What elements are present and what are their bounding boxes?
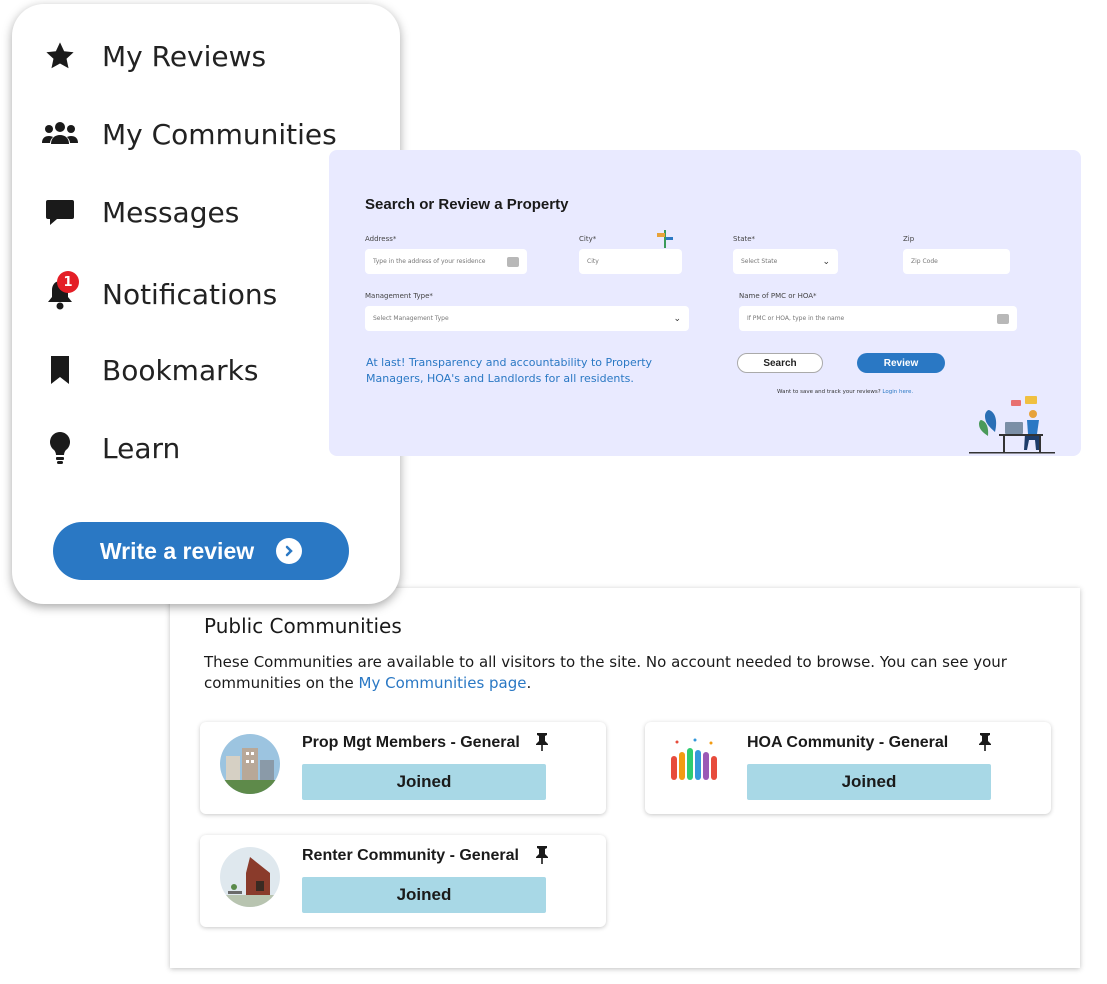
menu-label: Notifications: [102, 277, 278, 311]
address-label: Address*: [365, 235, 397, 243]
address-placeholder: Type in the address of your residence: [373, 258, 486, 265]
menu-label: Bookmarks: [102, 353, 259, 387]
joined-button[interactable]: Joined: [302, 764, 546, 800]
menu-item-bookmarks[interactable]: Bookmarks: [40, 342, 258, 398]
login-prompt: Want to save and track your reviews? Log…: [777, 389, 913, 395]
pmc-name-label: Name of PMC or HOA*: [739, 292, 817, 300]
city-input[interactable]: City: [579, 249, 682, 274]
management-type-select[interactable]: Select Management Type ⌄: [365, 306, 689, 331]
chat-bubble-icon: [40, 192, 80, 232]
menu-label: Messages: [102, 195, 240, 229]
bell-icon: 1: [40, 271, 80, 314]
menu-item-messages[interactable]: Messages: [40, 184, 239, 240]
community-card-hoa[interactable]: HOA Community - General Joined: [645, 722, 1051, 814]
person-at-desk-illustration: [969, 396, 1055, 458]
review-button[interactable]: Review: [857, 353, 945, 373]
menu-label: My Communities: [102, 117, 337, 151]
joined-button[interactable]: Joined: [302, 877, 546, 913]
communities-title: Public Communities: [204, 614, 402, 638]
my-communities-link[interactable]: My Communities page: [359, 674, 527, 692]
menu-item-my-reviews[interactable]: My Reviews: [40, 28, 266, 84]
write-review-button[interactable]: Write a review: [53, 522, 349, 580]
star-icon: [40, 36, 80, 76]
menu-item-notifications[interactable]: 1 Notifications: [40, 266, 277, 322]
pin-icon[interactable]: [534, 845, 550, 869]
pmc-name-placeholder: If PMC or HOA, type in the name: [747, 315, 845, 322]
list-icon: [997, 313, 1009, 324]
community-name: Renter Community - General: [302, 847, 519, 864]
joined-button[interactable]: Joined: [747, 764, 991, 800]
community-avatar-apartments: [220, 734, 280, 794]
state-select[interactable]: Select State ⌄: [733, 249, 838, 274]
menu-item-my-communities[interactable]: My Communities: [40, 106, 337, 162]
location-icon: [507, 256, 519, 267]
menu-label: My Reviews: [102, 39, 267, 73]
chevron-right-icon: [276, 538, 303, 564]
login-prompt-text: Want to save and track your reviews?: [777, 389, 881, 395]
users-icon: [40, 114, 80, 154]
communities-description-end: .: [526, 674, 532, 692]
management-type-placeholder: Select Management Type: [373, 315, 449, 322]
city-placeholder: City: [587, 258, 599, 265]
pmc-name-input[interactable]: If PMC or HOA, type in the name: [739, 306, 1017, 331]
search-review-panel: Search or Review a Property Address* Cit…: [329, 150, 1081, 456]
community-name: HOA Community - General: [747, 734, 949, 751]
notification-badge: 1: [57, 271, 79, 293]
menu-label: Learn: [102, 431, 181, 465]
community-card-prop-mgt[interactable]: Prop Mgt Members - General Joined: [200, 722, 606, 814]
public-communities-panel: Public Communities These Communities are…: [170, 588, 1080, 968]
management-type-label: Management Type*: [365, 292, 433, 300]
bookmark-icon: [40, 350, 80, 390]
login-link[interactable]: Login here.: [882, 389, 913, 395]
community-name: Prop Mgt Members - General: [302, 734, 520, 751]
zip-placeholder: Zip Code: [911, 258, 938, 265]
chevron-down-icon: ⌄: [673, 313, 681, 324]
address-input[interactable]: Type in the address of your residence: [365, 249, 527, 274]
state-label: State*: [733, 235, 756, 243]
chevron-down-icon: ⌄: [822, 256, 830, 267]
search-button[interactable]: Search: [737, 353, 823, 373]
search-title: Search or Review a Property: [365, 196, 569, 213]
tagline: At last! Transparency and accountability…: [366, 356, 653, 385]
write-review-label: Write a review: [99, 537, 255, 564]
menu-item-learn[interactable]: Learn: [40, 420, 180, 476]
community-avatar-house: [220, 847, 280, 907]
pin-icon[interactable]: [977, 732, 993, 756]
communities-description-text: These Communities are available to all v…: [204, 653, 1007, 692]
community-card-renter[interactable]: Renter Community - General Joined: [200, 835, 606, 927]
city-label: City*: [579, 235, 597, 243]
community-avatar-raised-hands: [665, 734, 725, 794]
lightbulb-icon: [40, 428, 80, 468]
zip-input[interactable]: Zip Code: [903, 249, 1010, 274]
pin-icon[interactable]: [534, 732, 550, 756]
state-placeholder: Select State: [741, 258, 778, 265]
zip-label: Zip: [903, 235, 915, 243]
communities-description: These Communities are available to all v…: [204, 652, 1054, 694]
